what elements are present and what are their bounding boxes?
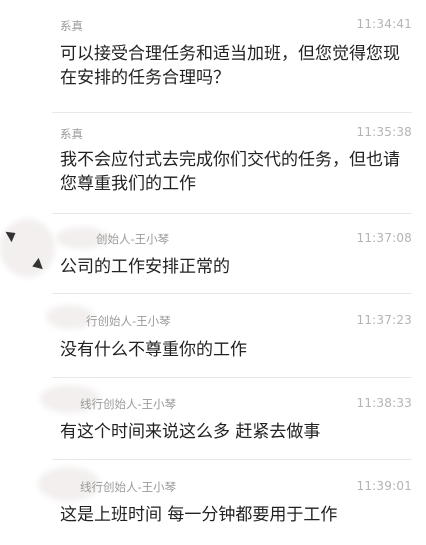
message-sender: 创始人-王小琴 (96, 232, 170, 246)
message-text: 我不会应付式去完成你们交代的任务，但也请您尊重我们的工作 (60, 150, 400, 194)
message-item: 线行创始人-王小琴 11:38:33 有这个时间来说这么多 赶紧去做事 (0, 377, 426, 459)
message-item: 线行创始人-王小琴 11:39:01 这是上班时间 每一分钟都要用于工作 (0, 459, 426, 545)
message-item: 创始人-王小琴 11:37:08 公司的工作安排正常的 (0, 213, 426, 293)
message-time: 11:37:23 (356, 313, 412, 327)
message-sender: 线行创始人-王小琴 (80, 480, 177, 494)
message-item: 系真 11:35:38 我不会应付式去完成你们交代的任务，但也请您尊重我们的工作 (0, 112, 426, 212)
message-item: 系真 11:34:41 可以接受合理任务和适当加班，但您觉得您现在安排的任务合理… (0, 0, 426, 118)
message-text: 没有什么不尊重你的工作 (60, 340, 247, 360)
message-sender: 系真 (60, 127, 83, 141)
message-item: 行创始人-王小琴 11:37:23 没有什么不尊重你的工作 (0, 293, 426, 377)
message-text: 有这个时间来说这么多 赶紧去做事 (60, 422, 321, 442)
message-time: 11:37:08 (356, 231, 412, 245)
message-sender: 行创始人-王小琴 (86, 314, 171, 328)
blurred-avatar (0, 219, 55, 277)
message-time: 11:34:41 (356, 17, 412, 31)
message-text: 这是上班时间 每一分钟都要用于工作 (60, 505, 338, 525)
chat-history: 系真 11:34:41 可以接受合理任务和适当加班，但您觉得您现在安排的任务合理… (0, 0, 426, 545)
message-time: 11:35:38 (356, 125, 412, 139)
message-sender: 系真 (60, 19, 83, 33)
message-sender: 线行创始人-王小琴 (80, 397, 177, 411)
message-time: 11:39:01 (356, 479, 412, 493)
message-time: 11:38:33 (356, 396, 412, 410)
message-text: 公司的工作安排正常的 (60, 257, 230, 277)
message-text: 可以接受合理任务和适当加班，但您觉得您现在安排的任务合理吗？ (60, 44, 400, 88)
